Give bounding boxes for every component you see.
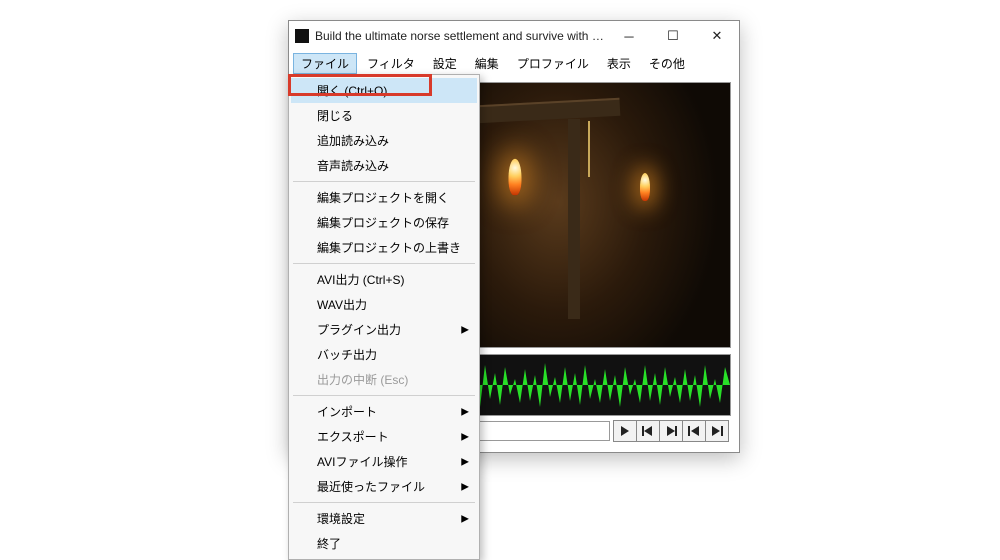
menu-edit[interactable]: 編集 bbox=[467, 53, 507, 74]
play-icon bbox=[620, 426, 630, 436]
menu-profile[interactable]: プロファイル bbox=[509, 53, 597, 74]
step-back-icon bbox=[642, 426, 654, 436]
file-append[interactable]: 追加読み込み bbox=[291, 128, 477, 153]
torch-icon bbox=[640, 173, 650, 201]
file-import[interactable]: インポート ▶ bbox=[291, 399, 477, 424]
menu-file[interactable]: ファイル bbox=[293, 53, 357, 74]
window-buttons: ─ ☐ ✕ bbox=[607, 21, 739, 51]
file-exit[interactable]: 終了 bbox=[291, 531, 477, 556]
file-audio-load[interactable]: 音声読み込み bbox=[291, 153, 477, 178]
chevron-right-icon: ▶ bbox=[461, 324, 469, 335]
chevron-right-icon: ▶ bbox=[461, 406, 469, 417]
scene-post bbox=[568, 119, 580, 319]
step-forward-icon bbox=[665, 426, 677, 436]
menu-other[interactable]: その他 bbox=[641, 53, 693, 74]
window-title: Build the ultimate norse settlement and … bbox=[315, 29, 607, 43]
label: インポート bbox=[317, 405, 377, 419]
file-menu-dropdown: 開く (Ctrl+O) 閉じる 追加読み込み 音声読み込み 編集プロジェクトを開… bbox=[288, 74, 480, 560]
menu-filter[interactable]: フィルタ bbox=[359, 53, 423, 74]
file-save-project[interactable]: 編集プロジェクトの保存 bbox=[291, 210, 477, 235]
menu-separator bbox=[293, 263, 475, 264]
go-start-button[interactable] bbox=[682, 420, 706, 442]
go-start-icon bbox=[688, 426, 700, 436]
label: AVIファイル操作 bbox=[317, 455, 407, 469]
close-button[interactable]: ✕ bbox=[695, 21, 739, 51]
label: 環境設定 bbox=[317, 512, 365, 526]
file-open[interactable]: 開く (Ctrl+O) bbox=[291, 78, 477, 103]
go-end-icon bbox=[711, 426, 723, 436]
label: 最近使ったファイル bbox=[317, 480, 425, 494]
file-overwrite-project[interactable]: 編集プロジェクトの上書き bbox=[291, 235, 477, 260]
file-plugin-output[interactable]: プラグイン出力 ▶ bbox=[291, 317, 477, 342]
file-abort-output: 出力の中断 (Esc) bbox=[291, 367, 477, 392]
torch-icon bbox=[509, 159, 522, 195]
titlebar: Build the ultimate norse settlement and … bbox=[289, 21, 739, 51]
file-batch-output[interactable]: バッチ出力 bbox=[291, 342, 477, 367]
file-recent[interactable]: 最近使ったファイル ▶ bbox=[291, 474, 477, 499]
label: プラグイン出力 bbox=[317, 323, 401, 337]
playback-buttons bbox=[614, 420, 729, 442]
menu-separator bbox=[293, 502, 475, 503]
scene-rope bbox=[588, 121, 590, 177]
menu-separator bbox=[293, 395, 475, 396]
file-avi-output[interactable]: AVI出力 (Ctrl+S) bbox=[291, 267, 477, 292]
file-open-project[interactable]: 編集プロジェクトを開く bbox=[291, 185, 477, 210]
chevron-right-icon: ▶ bbox=[461, 456, 469, 467]
label: エクスポート bbox=[317, 430, 389, 444]
file-wav-output[interactable]: WAV出力 bbox=[291, 292, 477, 317]
menu-view[interactable]: 表示 bbox=[599, 53, 639, 74]
chevron-right-icon: ▶ bbox=[461, 481, 469, 492]
play-button[interactable] bbox=[613, 420, 637, 442]
menu-separator bbox=[293, 181, 475, 182]
minimize-button[interactable]: ─ bbox=[607, 21, 651, 51]
app-icon bbox=[295, 29, 309, 43]
file-avi-operations[interactable]: AVIファイル操作 ▶ bbox=[291, 449, 477, 474]
file-export[interactable]: エクスポート ▶ bbox=[291, 424, 477, 449]
go-end-button[interactable] bbox=[705, 420, 729, 442]
step-back-button[interactable] bbox=[636, 420, 660, 442]
chevron-right-icon: ▶ bbox=[461, 431, 469, 442]
step-forward-button[interactable] bbox=[659, 420, 683, 442]
menu-settings[interactable]: 設定 bbox=[425, 53, 465, 74]
file-close[interactable]: 閉じる bbox=[291, 103, 477, 128]
maximize-button[interactable]: ☐ bbox=[651, 21, 695, 51]
